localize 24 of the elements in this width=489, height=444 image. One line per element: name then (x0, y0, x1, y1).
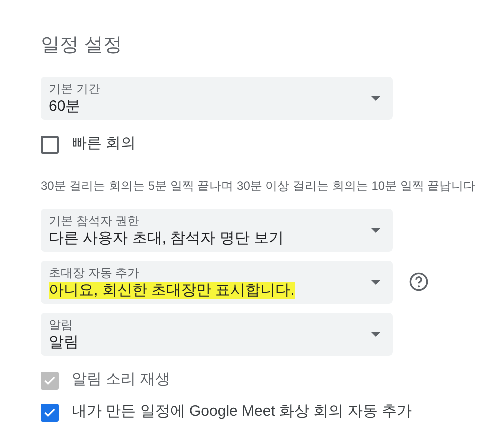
field-label: 초대장 자동 추가 (49, 265, 140, 282)
help-text: 30분 걸리는 회의는 5분 일찍 끝나며 30분 이상 걸리는 회의는 10분 일찍 끝납니다 (41, 178, 477, 194)
dropdown-arrow-icon (371, 332, 381, 336)
help-icon[interactable] (409, 272, 429, 292)
dropdown-arrow-icon (371, 228, 381, 232)
field-value: 아니요, 회신한 초대장만 표시합니다. (49, 282, 295, 299)
select-field[interactable]: 알림 알림 (41, 312, 393, 356)
select-field[interactable]: 초대장 자동 추가 아니요, 회신한 초대장만 표시합니다. (41, 260, 393, 304)
section-title: 일정 설정 (41, 34, 124, 58)
field-label: 기본 참석자 권한 (49, 213, 140, 230)
field-label: 기본 기간 (49, 81, 100, 98)
field-label: 알림 (49, 317, 73, 334)
field-value: 다른 사용자 초대, 참석자 명단 보기 (49, 230, 284, 247)
checkbox-label: 내가 만든 일정에 Google Meet 화상 회의 자동 추가 (72, 402, 412, 422)
select-field[interactable]: 기본 참석자 권한 다른 사용자 초대, 참석자 명단 보기 (41, 208, 393, 252)
checkbox[interactable] (41, 136, 59, 154)
select-field[interactable]: 기본 기간 60분 (41, 76, 393, 120)
checkbox[interactable] (41, 404, 59, 422)
dropdown-arrow-icon (371, 96, 381, 100)
dropdown-arrow-icon (371, 280, 381, 284)
field-value: 알림 (49, 334, 79, 351)
field-value: 60분 (49, 98, 81, 115)
checkbox-label: 알림 소리 재생 (72, 370, 170, 390)
checkbox-label: 빠른 회의 (72, 134, 136, 154)
